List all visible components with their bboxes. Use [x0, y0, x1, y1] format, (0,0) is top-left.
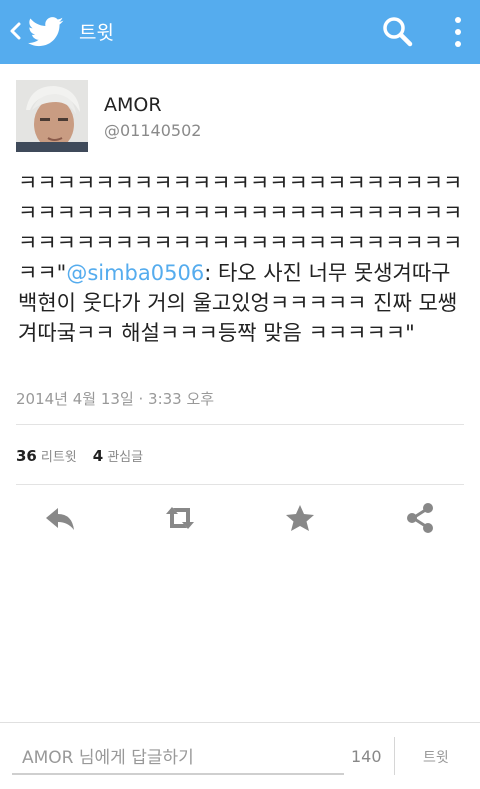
page-title: 트윗 [79, 22, 114, 44]
reply-input[interactable] [12, 743, 344, 775]
favorites-stat[interactable]: 4 관심글 [93, 447, 143, 465]
divider [394, 737, 395, 775]
divider [16, 484, 464, 485]
overflow-menu-icon[interactable] [444, 14, 472, 50]
tweet-timestamp: 2014년 4월 13일 · 3:33 오후 [16, 390, 215, 408]
avatar[interactable] [16, 80, 88, 152]
favorites-count: 4 [92, 447, 104, 465]
share-icon[interactable] [402, 502, 438, 534]
favorites-label: 관심글 [107, 450, 144, 465]
retweets-count: 36 [16, 447, 37, 465]
reply-icon[interactable] [42, 502, 78, 534]
tweet-stats: 36 리트윗 4 관심글 [16, 446, 143, 465]
twitter-bird-icon[interactable] [27, 16, 64, 48]
top-app-bar: 트윗 [0, 0, 480, 64]
search-icon[interactable] [380, 14, 416, 50]
mention-link[interactable]: @simba0506 [66, 261, 204, 285]
author-handle[interactable]: @01140502 [104, 121, 201, 140]
author-name[interactable]: AMOR [104, 94, 162, 116]
retweet-icon[interactable] [162, 502, 198, 534]
tweet-send-button[interactable]: 트윗 [423, 747, 449, 767]
back-chevron-icon[interactable] [6, 18, 26, 44]
retweets-stat[interactable]: 36 리트윗 [16, 447, 77, 465]
retweets-label: 리트윗 [40, 450, 77, 465]
tweet-text: ㅋㅋㅋㅋㅋㅋㅋㅋㅋㅋㅋㅋㅋㅋㅋㅋㅋㅋㅋㅋㅋㅋㅋㅋㅋㅋㅋㅋㅋㅋㅋㅋㅋㅋㅋㅋㅋㅋㅋㅋ… [18, 168, 466, 348]
char-count: 140 [351, 747, 382, 766]
divider [16, 424, 464, 425]
reply-bar: 140 트윗 [0, 722, 480, 789]
favorite-star-icon[interactable] [282, 502, 318, 534]
